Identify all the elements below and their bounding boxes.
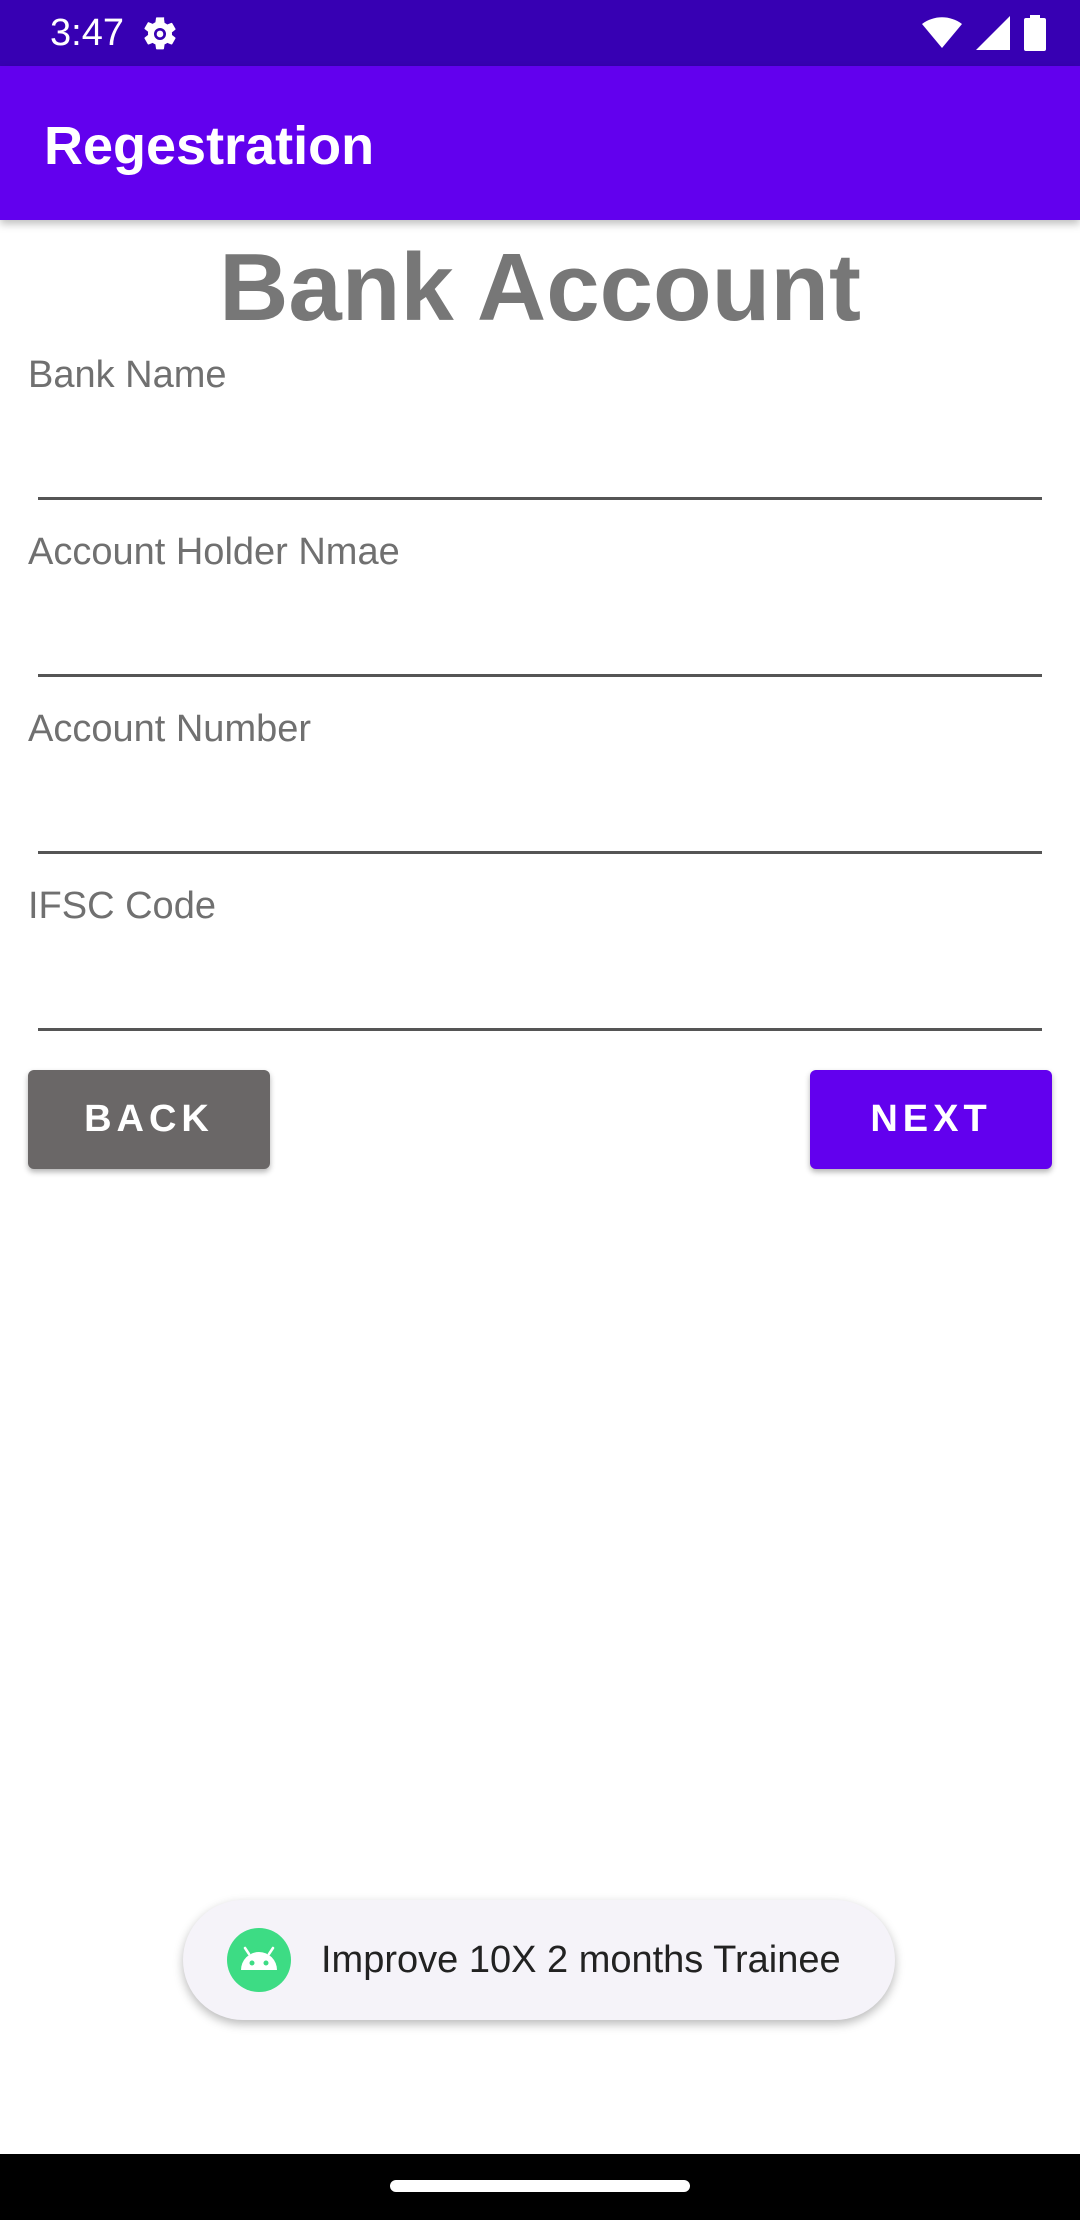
android-icon (227, 1928, 291, 1992)
navigation-bar (0, 2154, 1080, 2220)
toast-message: Improve 10X 2 months Trainee (183, 1900, 895, 2020)
back-button[interactable]: BACK (28, 1070, 270, 1169)
status-time: 3:47 (50, 12, 124, 54)
ifsc-code-label: IFSC Code (28, 885, 216, 927)
ifsc-code-input[interactable] (38, 961, 1042, 1031)
home-gesture-handle[interactable] (390, 2180, 690, 2192)
battery-icon (1024, 15, 1046, 51)
toast-text: Improve 10X 2 months Trainee (321, 1938, 841, 1981)
page-heading: Bank Account (219, 234, 861, 341)
status-bar: 3:47 (0, 0, 1080, 66)
signal-icon (976, 16, 1010, 50)
wifi-icon (922, 17, 962, 48)
bank-name-label: Bank Name (28, 354, 227, 396)
account-number-label: Account Number (28, 708, 312, 750)
account-holder-name-input[interactable] (38, 607, 1042, 677)
app-bar: Regestration (0, 66, 1080, 220)
next-button[interactable]: NEXT (810, 1070, 1052, 1169)
bank-name-input[interactable] (38, 430, 1042, 500)
account-number-input[interactable] (38, 784, 1042, 854)
account-holder-name-label: Account Holder Nmae (28, 531, 400, 573)
settings-icon (144, 17, 176, 50)
app-title: Regestration (44, 116, 375, 176)
